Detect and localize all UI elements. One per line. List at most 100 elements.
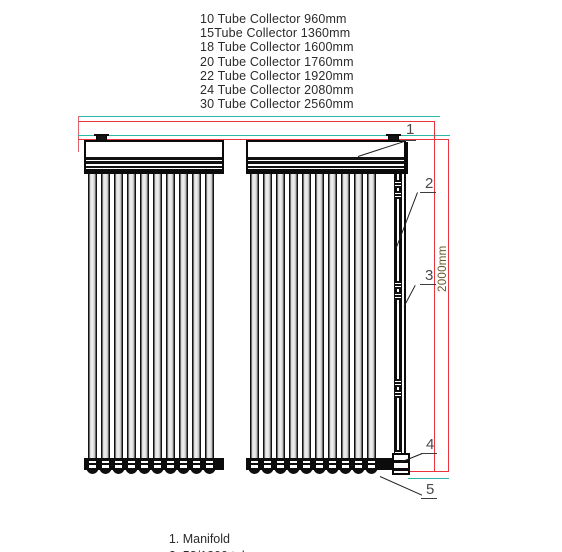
front-track [394,174,406,464]
manifold-stripe [86,165,222,169]
bottom-track-bar [368,463,375,465]
dimension-line-right-red [448,139,449,472]
spec-line: 20 Tube Collector 1760mm [200,54,354,69]
left-collector [84,134,224,475]
bottom-track-bar [277,463,284,465]
callout-rule-4 [421,453,437,454]
front-track-clip [394,191,402,199]
front-track-clip-line [395,286,401,287]
front-track-clip-line [395,182,401,183]
front-track-clip-line [395,283,401,284]
bottom-track [246,458,392,470]
evacuated-tube [263,174,272,459]
bottom-track-bar [206,463,213,465]
right-collector [246,134,410,475]
legend-row: 1. Manifold 2. 58/1800 tube 3. Front Tra… [148,514,448,552]
bottom-track-bar [193,463,200,465]
evacuated-tube [192,174,201,459]
spec-line: 18 Tube Collector 1600mm [200,40,354,55]
bottom-track-bar [89,463,96,465]
manifold [246,134,408,174]
tube-array [246,174,406,459]
manifold-stripe-group [246,157,406,169]
manifold-stripe [248,161,404,164]
bottom-track-bar [128,463,135,465]
front-track-clip-line [395,392,401,393]
bottom-track-bar [167,463,174,465]
callout-rule-2 [420,192,436,193]
bottom-track-bar [102,463,109,465]
callout-label-1: 1 [406,121,415,138]
front-track-clip-line [395,384,401,385]
evacuated-tube [328,174,337,459]
evacuated-tube [302,174,311,459]
manifold-port-cap [386,134,401,136]
spec-line: 30 Tube Collector 2560mm [200,97,354,112]
dimension-line-left-red [78,116,79,152]
spec-line: 10 Tube Collector 960mm [200,12,347,26]
evacuated-tube [114,174,123,459]
technical-drawing-canvas: 10 Tube Collector 960mm 15Tube Collector… [0,0,562,552]
evacuated-tube [179,174,188,459]
front-track-clip-line [395,294,401,295]
callout-label-3: 3 [425,267,434,284]
front-track-clip-line [395,395,401,396]
evacuated-tube [101,174,110,459]
manifold-stripe-group [84,157,224,169]
evacuated-tube [127,174,136,459]
spec-line: 22 Tube Collector 1920mm [200,68,354,83]
evacuated-tube [140,174,149,459]
front-track-clip-line [395,185,401,186]
spec-line: 15Tube Collector 1360mm [200,26,351,41]
tube-array [84,174,224,459]
callout-rule-3 [420,284,436,285]
evacuated-tube [367,174,376,459]
evacuated-tube [88,174,97,459]
front-track-clip-line [395,381,401,382]
bottom-track-bar [342,463,349,465]
front-track-rail [399,174,402,464]
callout-label-4: 4 [426,436,435,453]
front-track-rail [394,174,397,464]
front-track-clip-line [395,193,401,194]
bottom-track-bar [290,463,297,465]
evacuated-tube [166,174,175,459]
bottom-track-bar [303,463,310,465]
front-track-clip [394,390,402,398]
callout-label-2: 2 [425,175,434,192]
manifold-port-cap [94,134,109,136]
legend-item-manifold: 1. Manifold [168,532,230,546]
callout-label-5: 5 [426,481,435,498]
bottom-track-bar [251,463,258,465]
front-track-clip [394,379,402,387]
bottom-track [84,458,224,470]
evacuated-tube [341,174,350,459]
bottom-track-bar [154,463,161,465]
bottom-track-bar [180,463,187,465]
evacuated-tube [250,174,259,459]
height-dimension-label: 2000mm [437,245,449,292]
manifold-stripe [86,157,222,160]
dimension-line-top-red [78,121,435,122]
foot-holder [392,453,410,475]
evacuated-tube [205,174,214,459]
front-track-clip [394,292,402,300]
bottom-track-bar [115,463,122,465]
dimension-line-inner-red [434,121,435,472]
bottom-track-bar [264,463,271,465]
spec-line: 24 Tube Collector 2080mm [200,83,354,98]
front-track-clip-line [395,196,401,197]
manifold [84,134,224,174]
evacuated-tube [289,174,298,459]
bottom-track-bar [329,463,336,465]
evacuated-tube [354,174,363,459]
component-legend: 1. Manifold 2. 58/1800 tube 3. Front Tra… [148,514,448,552]
foot-holder-bar [394,468,408,471]
evacuated-tube [276,174,285,459]
dimension-line-bottom-cyan [408,478,449,479]
evacuated-tube [153,174,162,459]
manifold-stripe [248,157,404,160]
bottom-track-bar [355,463,362,465]
front-track-clip [394,281,402,289]
collector-specification-list: 10 Tube Collector 960mm 15Tube Collector… [200,12,460,111]
